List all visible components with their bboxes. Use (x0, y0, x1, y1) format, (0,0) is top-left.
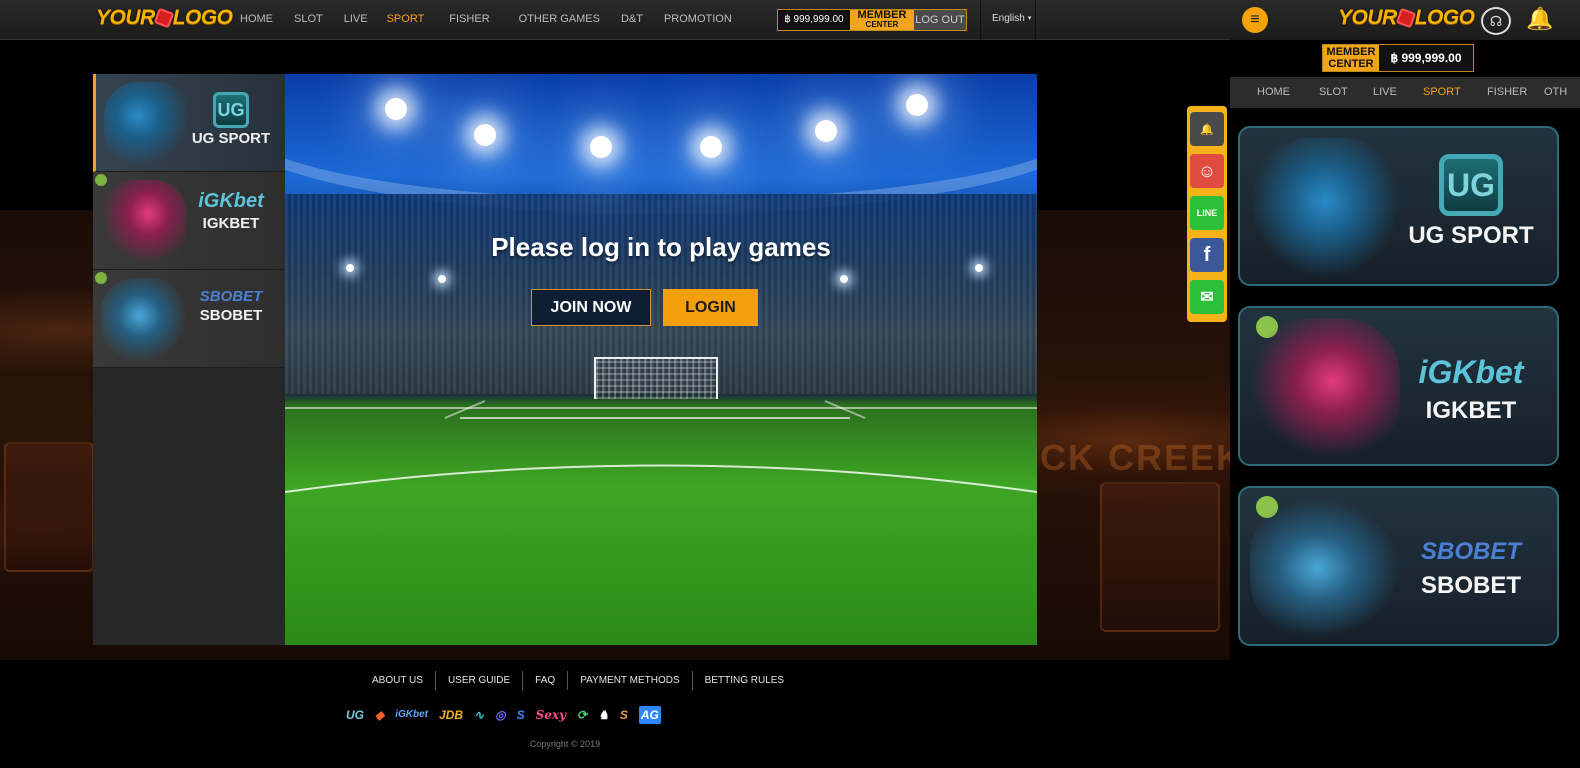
provider-sidebar: UG UG SPORT iGKbet IGKBET SBOBET SBOBET (93, 74, 285, 645)
nav-other-games[interactable]: OTHER GAMES (519, 13, 600, 25)
athlete-image (1250, 498, 1400, 638)
nav-fisher[interactable]: FISHER (449, 13, 489, 25)
nav-fisher[interactable]: FISHER (1487, 86, 1527, 98)
igkbet-logo-icon: iGKbet (395, 709, 429, 720)
nav-other-games[interactable]: OTH (1544, 86, 1567, 98)
sexy-logo-icon: Sexy (535, 708, 567, 722)
provider-label: IGKBET (1425, 397, 1517, 424)
copyright-text: Copyright © 2019 (529, 739, 601, 749)
ug-logo-icon: UG (213, 92, 249, 128)
background-slot-machine (1100, 482, 1220, 632)
join-now-button[interactable]: JOIN NOW (531, 289, 651, 326)
footer-link-faq[interactable]: FAQ (523, 671, 569, 690)
balance-amount: ฿ 999,999.00 (1379, 45, 1473, 71)
athlete-image (104, 82, 190, 166)
football-goal (594, 357, 718, 399)
provider-label: UG SPORT (191, 130, 271, 147)
footer-link-payment-methods[interactable]: PAYMENT METHODS (568, 671, 693, 690)
member-center-button[interactable]: MEMBER CENTER (1323, 45, 1379, 71)
provider-label: SBOBET (199, 307, 263, 324)
provider-igkbet[interactable]: iGKbet IGKBET (93, 172, 285, 270)
login-prompt-text: Please log in to play games (491, 232, 831, 262)
ag-logo-icon: AG (638, 706, 661, 724)
footer-link-betting-rules[interactable]: BETTING RULES (693, 671, 796, 690)
provider-logo-icon: ♞ (598, 708, 609, 722)
igkbet-logo-icon: iGKbet (198, 190, 264, 212)
account-balance-box: ฿ 999,999.00 MEMBER CENTER LOG OUT (777, 9, 967, 31)
wechat-icon[interactable]: ✉ (1190, 280, 1224, 314)
line-icon[interactable]: LINE (1190, 196, 1224, 230)
footer-link-user-guide[interactable]: USER GUIDE (436, 671, 524, 690)
sbobet-logo-icon: SBOBET (1420, 538, 1521, 565)
footer-link-about-us[interactable]: ABOUT US (360, 671, 436, 690)
ug-logo-icon: UG (346, 708, 364, 722)
nav-home[interactable]: HOME (240, 13, 273, 25)
provider-logo-icon: ∿ (474, 708, 485, 722)
nav-sport[interactable]: SPORT (387, 13, 425, 25)
nav-promotion[interactable]: PROMOTION (664, 13, 732, 25)
provider-logo-icon: ◆ (375, 708, 385, 722)
nav-live[interactable]: LIVE (344, 13, 368, 25)
nav-live[interactable]: LIVE (1373, 86, 1397, 98)
game-stage: Please log in to play games JOIN NOW LOG… (285, 74, 1037, 645)
provider-label: SBOBET (1420, 572, 1521, 599)
provider-label: UG SPORT (1408, 222, 1534, 249)
support-icon[interactable]: ☺ (1190, 154, 1224, 188)
facebook-icon[interactable]: f (1190, 238, 1224, 272)
igkbet-logo-icon: iGKbet (1418, 354, 1524, 390)
mobile-provider-ug-sport[interactable]: UG UG SPORT (1238, 126, 1559, 286)
ug-logo-icon: UG (1439, 154, 1503, 216)
nav-dt[interactable]: D&T (621, 13, 643, 25)
provider-label: IGKBET (202, 215, 260, 232)
mobile-balance-box: MEMBER CENTER ฿ 999,999.00 (1322, 44, 1474, 72)
chevron-down-icon: ▾ (1027, 15, 1032, 22)
balance-amount: ฿ 999,999.00 (778, 10, 850, 30)
main-nav: HOME SLOT LIVE SPORT FISHER OTHER GAMES … (240, 13, 732, 25)
provider-sbobet[interactable]: SBOBET SBOBET (93, 270, 285, 368)
nav-sport[interactable]: SPORT (1423, 86, 1461, 98)
sbobet-logo-icon: SBOBET (199, 288, 263, 305)
background-slot-machine (4, 442, 94, 572)
provider-logo-icon: ◎ (495, 708, 506, 722)
tennis-ball-icon (95, 272, 107, 284)
logout-button[interactable]: LOG OUT (914, 10, 966, 30)
dice-icon (153, 7, 174, 29)
background-sign: CK CREEK (1040, 437, 1245, 478)
bell-icon[interactable]: 🔔 (1190, 112, 1224, 146)
dice-icon (1395, 7, 1416, 29)
footer-provider-logos: UG ◆ iGKbet JDB ∿ ◎ S Sexy ⟳ ♞ S AG (346, 706, 661, 724)
bell-icon[interactable]: 🔔 (1526, 6, 1553, 32)
nav-home[interactable]: HOME (1257, 86, 1290, 98)
hamburger-menu-icon[interactable]: ≡ (1242, 7, 1268, 33)
top-navbar: YOUR LOGO HOME SLOT LIVE SPORT FISHER OTH… (0, 0, 1230, 40)
site-logo[interactable]: YOUR LOGO (96, 6, 233, 30)
athlete-image (101, 278, 187, 362)
nav-slot[interactable]: SLOT (1319, 86, 1348, 98)
footer-links: ABOUT US USER GUIDE FAQ PAYMENT METHODS … (360, 671, 796, 690)
athlete-image (1250, 318, 1400, 458)
mobile-provider-igkbet[interactable]: iGKbet IGKBET (1238, 306, 1559, 466)
tennis-ball-icon (95, 174, 107, 186)
customer-support-icon[interactable]: ☊ (1481, 7, 1511, 35)
mobile-nav: HOME SLOT LIVE SPORT FISHER OTH (1230, 77, 1580, 108)
contact-floating-bar: 🔔 ☺ LINE f ✉ (1187, 106, 1227, 322)
provider-logo-icon: S (619, 708, 628, 722)
jdb-logo-icon: JDB (439, 708, 464, 722)
athlete-image (1250, 138, 1400, 278)
language-selector[interactable]: English ▾ (980, 0, 1036, 40)
site-logo[interactable]: YOUR LOGO (1338, 6, 1475, 30)
mobile-preview: ≡ YOUR LOGO ☊ 🔔 MEMBER CENTER ฿ 999,999.0… (1230, 0, 1580, 768)
provider-logo-icon: ⟳ (577, 708, 588, 722)
member-center-button[interactable]: MEMBER CENTER (850, 10, 914, 30)
mobile-topbar: ≡ YOUR LOGO ☊ 🔔 (1230, 0, 1580, 40)
provider-ug-sport[interactable]: UG UG SPORT (93, 74, 285, 172)
login-button[interactable]: LOGIN (663, 289, 758, 326)
mobile-provider-sbobet[interactable]: SBOBET SBOBET (1238, 486, 1559, 646)
sbobet-logo-icon: S (516, 708, 525, 722)
athlete-image (101, 180, 187, 264)
nav-slot[interactable]: SLOT (294, 13, 323, 25)
